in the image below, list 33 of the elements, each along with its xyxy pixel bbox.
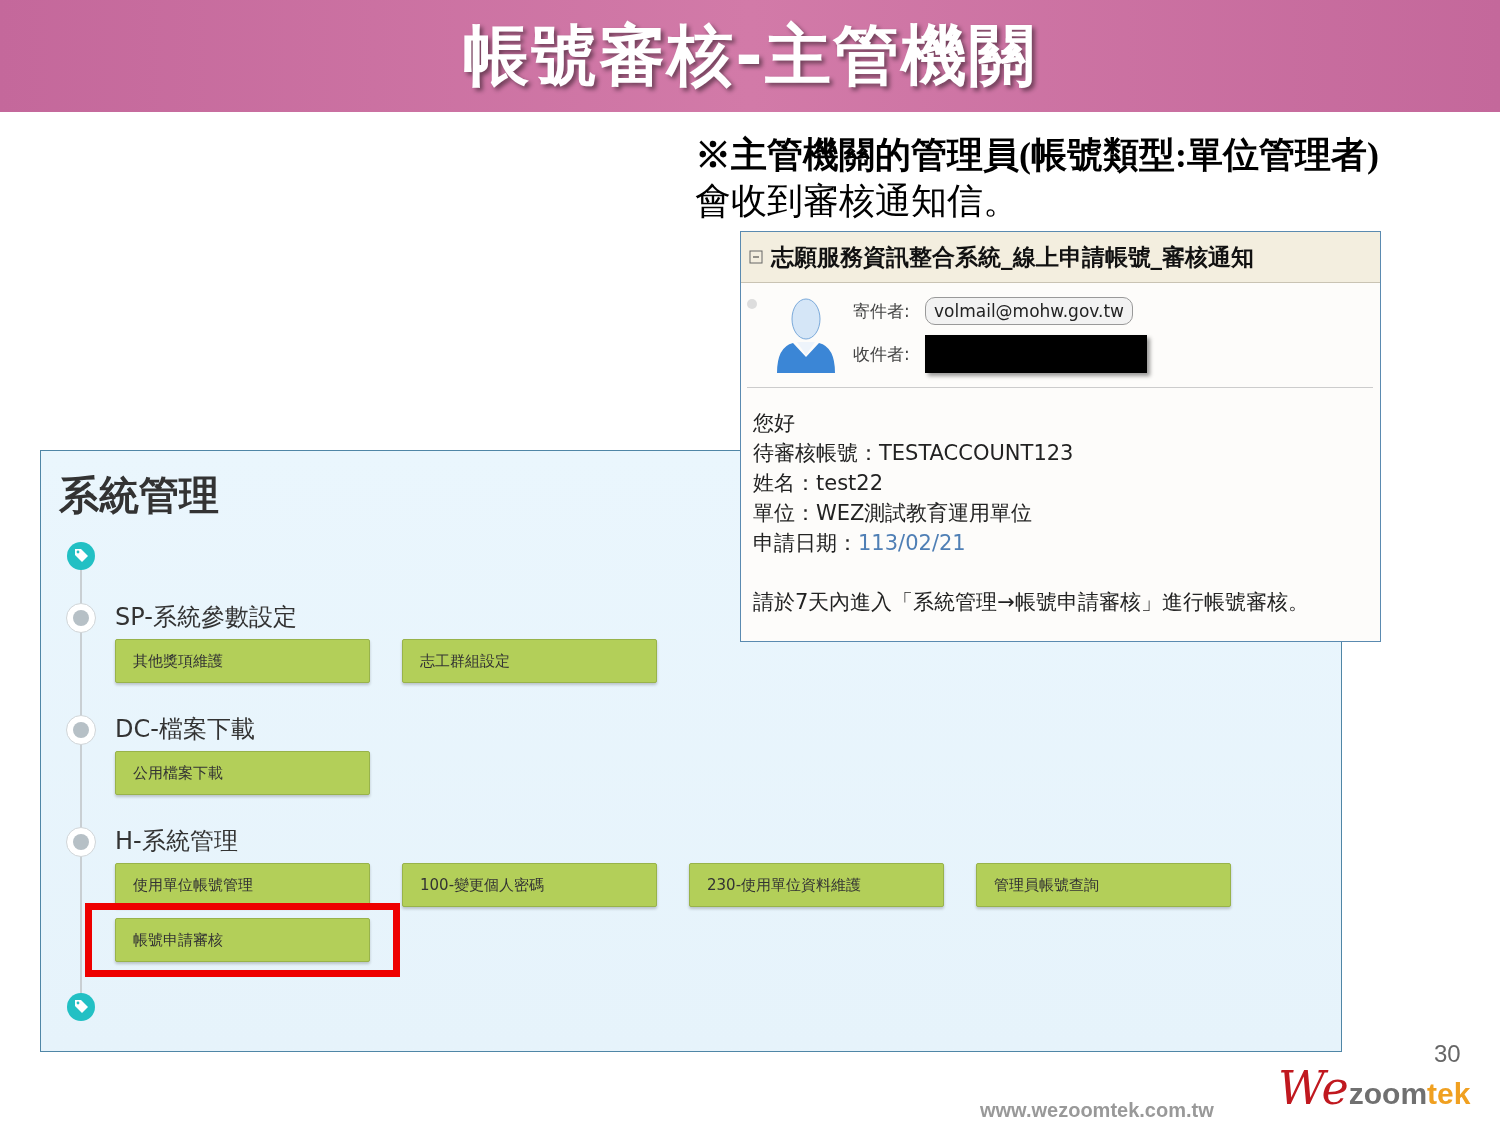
timeline-marker <box>66 827 96 857</box>
menu-button[interactable]: 230-使用單位資料維護 <box>689 863 944 907</box>
recipient-label: 收件者: <box>853 342 911 366</box>
group-heading: SP-系統參數設定 <box>115 602 297 633</box>
email-subject: 志願服務資訊整合系統_線上申請帳號_審核通知 <box>771 242 1254 272</box>
timeline-marker <box>66 603 96 633</box>
menu-button[interactable]: 志工群組設定 <box>402 639 657 683</box>
footer-url: www.wezoomtek.com.tw <box>980 1099 1214 1122</box>
email-field: 姓名：test22 <box>753 468 1368 498</box>
slide-title: 帳號審核-主管機關 <box>463 16 1037 96</box>
sender-label: 寄件者: <box>853 299 911 323</box>
tag-icon <box>66 541 96 571</box>
menu-button[interactable]: 公用檔案下載 <box>115 751 370 795</box>
menu-button[interactable]: 其他獎項維護 <box>115 639 370 683</box>
group-heading: H-系統管理 <box>115 826 238 857</box>
email-field: 申請日期：113/02/21 <box>753 528 1368 558</box>
status-dot-icon <box>747 299 757 309</box>
email-text: 請於7天內進入「系統管理→帳號申請審核」進行帳號審核。 <box>753 589 1310 616</box>
email-text: 您好 <box>753 410 796 437</box>
collapse-icon[interactable] <box>749 250 763 264</box>
timeline-marker <box>66 715 96 745</box>
panel-title: 系統管理 <box>59 471 219 520</box>
sender-address[interactable]: volmail@mohw.gov.tw <box>925 297 1133 325</box>
email-field: 單位：WEZ測試教育運用單位 <box>753 498 1368 528</box>
email-field: 待審核帳號：TESTACCOUNT123 <box>753 438 1368 468</box>
note-text: 會收到審核通知信。 <box>695 180 1020 223</box>
note-text: ※主管機關的管理員(帳號類型:單位管理者) <box>695 134 1379 177</box>
tag-icon <box>66 992 96 1022</box>
group-heading: DC-檔案下載 <box>115 714 255 745</box>
menu-button[interactable]: 帳號申請審核 <box>115 918 370 962</box>
menu-button[interactable]: 100-變更個人密碼 <box>402 863 657 907</box>
person-icon <box>775 295 837 373</box>
menu-button[interactable]: 管理員帳號查詢 <box>976 863 1231 907</box>
